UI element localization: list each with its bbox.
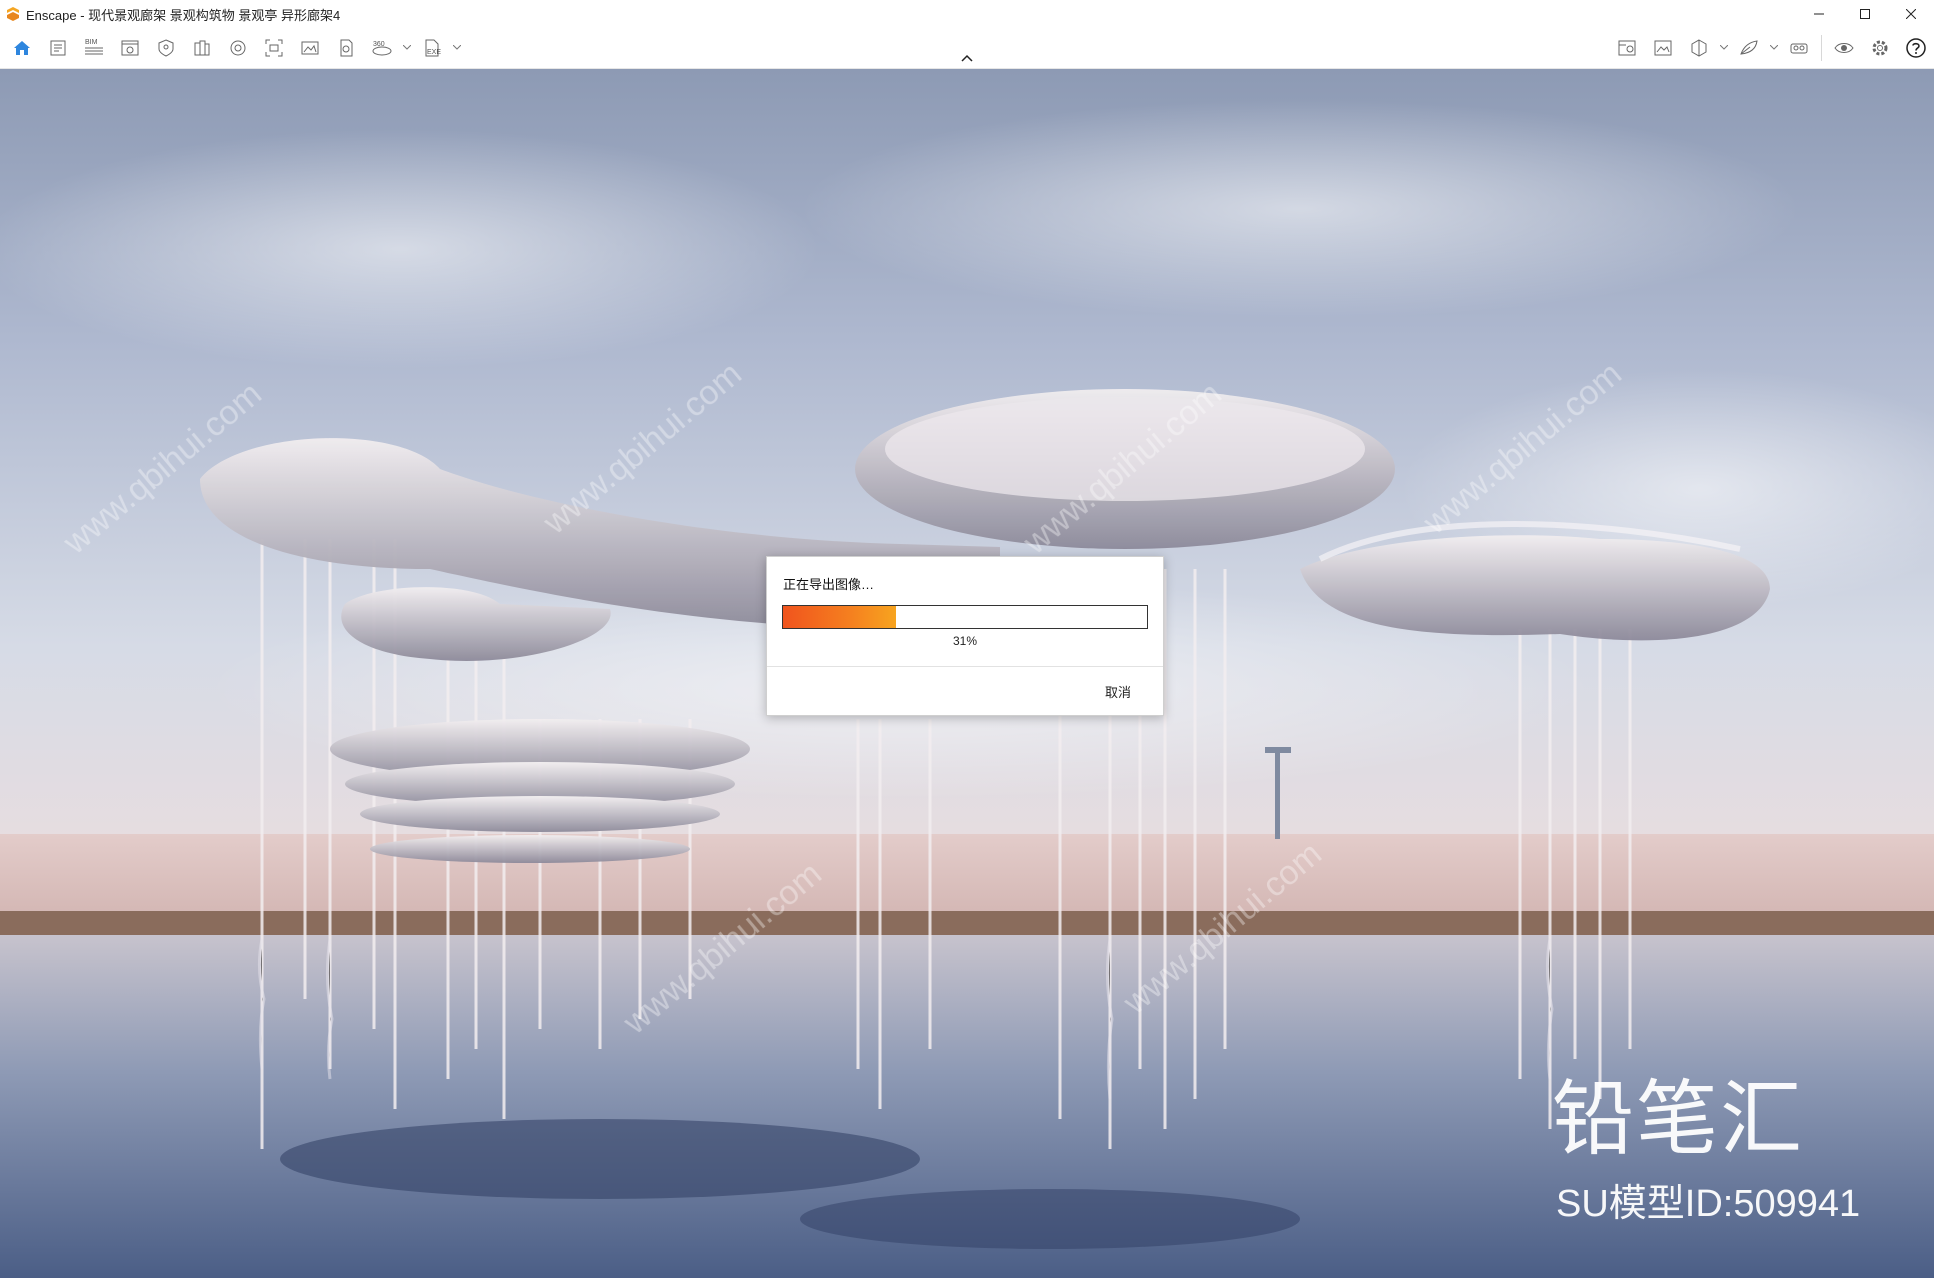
- image-gallery-button[interactable]: [1645, 28, 1681, 68]
- bim-label: BIM: [85, 39, 98, 46]
- dialog-title: 正在导出图像…: [783, 577, 875, 592]
- eye-icon: [1834, 43, 1854, 53]
- render-image-button[interactable]: [292, 28, 328, 68]
- chevron-down-icon: [1720, 45, 1728, 50]
- minimize-icon: [1814, 13, 1824, 15]
- exe-dropdown[interactable]: [450, 28, 464, 68]
- site-context-button[interactable]: [1609, 28, 1645, 68]
- progress-bar-fill: [783, 606, 896, 628]
- settings-button[interactable]: [1862, 28, 1898, 68]
- chevron-down-icon: [453, 45, 461, 50]
- site-context-icon: [1618, 40, 1636, 56]
- screenshot-button[interactable]: [256, 28, 292, 68]
- chevron-down-icon: [403, 45, 411, 50]
- minimize-button[interactable]: [1796, 0, 1842, 28]
- view-dropdown[interactable]: [1717, 28, 1731, 68]
- visual-settings-button[interactable]: [148, 28, 184, 68]
- materials-icon: [194, 40, 210, 56]
- close-icon: [1906, 9, 1916, 19]
- exe-export-icon: EXE: [425, 39, 441, 57]
- panorama-dropdown[interactable]: [400, 28, 414, 68]
- export-progress-dialog: 正在导出图像… 31% 取消: [766, 556, 1164, 716]
- close-button[interactable]: [1888, 0, 1934, 28]
- collapse-toolbar-button[interactable]: [957, 50, 977, 66]
- material-editor-button[interactable]: [1731, 28, 1767, 68]
- maximize-icon: [1860, 9, 1870, 19]
- home-button[interactable]: [4, 28, 40, 68]
- panorama-window-icon: [121, 40, 139, 56]
- progress-bar: [782, 605, 1148, 629]
- vr-headset-icon: [1790, 43, 1808, 54]
- main-toolbar: BIM 360 EXE: [0, 28, 1934, 69]
- vr-headset-button[interactable]: [1781, 28, 1817, 68]
- render-image-icon: [301, 41, 319, 55]
- visual-settings-icon: [158, 39, 174, 57]
- bim-icon: BIM: [85, 39, 103, 55]
- home-icon: [14, 41, 30, 55]
- materials-button[interactable]: [184, 28, 220, 68]
- objects-icon: [230, 40, 246, 56]
- watermark-model-id: SU模型ID:509941: [1556, 1183, 1861, 1225]
- exe-export-button[interactable]: EXE: [414, 28, 450, 68]
- panorama-360-button[interactable]: 360: [364, 28, 400, 68]
- panorama-window-button[interactable]: [112, 28, 148, 68]
- exe-label: EXE: [427, 49, 441, 56]
- eye-button[interactable]: [1826, 28, 1862, 68]
- window-title: Enscape - 现代景观廊架 景观构筑物 景观亭 异形廊架4: [26, 7, 341, 23]
- title-bar: Enscape - 现代景观廊架 景观构筑物 景观亭 异形廊架4: [0, 0, 1934, 28]
- toolbar-separator: [1821, 35, 1822, 61]
- help-button[interactable]: [1898, 28, 1934, 68]
- cancel-button[interactable]: 取消: [1105, 682, 1131, 701]
- dialog-divider: [767, 666, 1163, 667]
- batch-render-icon: [340, 39, 353, 57]
- view-cube-button[interactable]: [1681, 28, 1717, 68]
- batch-render-button[interactable]: [328, 28, 364, 68]
- objects-button[interactable]: [220, 28, 256, 68]
- settings-gear-icon: [1872, 40, 1888, 56]
- screenshot-icon: [265, 39, 283, 57]
- watermark-brand: 铅笔汇: [1552, 1072, 1805, 1167]
- enscape-logo-icon: [7, 7, 19, 21]
- image-gallery-icon: [1654, 40, 1672, 56]
- chevron-up-icon: [961, 54, 973, 62]
- notes-icon: [50, 40, 66, 56]
- chevron-down-icon: [1770, 45, 1778, 50]
- material-dropdown[interactable]: [1767, 28, 1781, 68]
- panorama-360-icon: 360: [372, 41, 392, 56]
- view-cube-icon: [1691, 39, 1707, 57]
- progress-percent: 31%: [952, 634, 978, 648]
- notes-button[interactable]: [40, 28, 76, 68]
- material-editor-icon: [1740, 40, 1758, 55]
- bim-button[interactable]: BIM: [76, 28, 112, 68]
- maximize-button[interactable]: [1842, 0, 1888, 28]
- help-icon: [1906, 38, 1926, 58]
